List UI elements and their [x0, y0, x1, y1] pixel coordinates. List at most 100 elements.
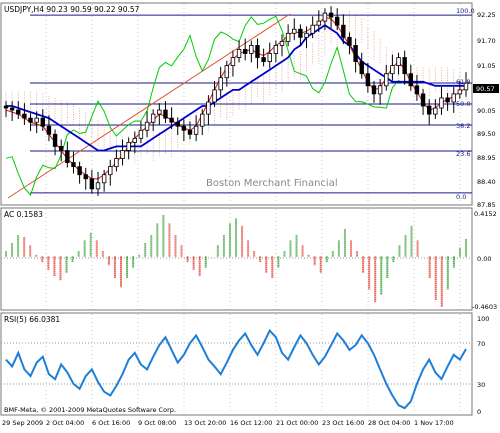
candle-body: [279, 40, 285, 46]
time-label: 2 Oct 04:00: [46, 419, 84, 427]
candle-body: [261, 57, 266, 62]
price-axis: 92.25 91.70 91.05 90.57 90.05 89.50 88.9…: [473, 11, 499, 209]
candle-body: [3, 105, 9, 109]
candle-body: [273, 45, 279, 54]
chart-canvas[interactable]: Boston Merchant Financial 100.0 61.8 50.…: [0, 0, 500, 429]
candle-body: [150, 113, 156, 123]
time-label: 9 Oct 08:00: [138, 419, 176, 427]
candle-body: [316, 20, 321, 26]
price-tick: 88.95: [477, 154, 496, 162]
fib-label-23-6: 23.6: [456, 150, 470, 158]
candle-body: [408, 73, 413, 87]
ac-tick: 0.00: [477, 255, 491, 263]
candle-body: [187, 129, 193, 135]
rsi-tick: 70: [477, 340, 485, 348]
candle-body: [353, 45, 358, 62]
candle-body: [365, 73, 371, 87]
candle-body: [341, 24, 346, 38]
candle-body: [298, 28, 303, 38]
candle-body: [157, 109, 162, 115]
candle-body: [77, 166, 82, 176]
candle-body: [304, 32, 309, 38]
candle-body: [28, 117, 33, 123]
time-label: 16 Oct 12:00: [230, 419, 272, 427]
price-tick: 89.50: [477, 130, 496, 138]
price-tick: 92.25: [477, 11, 496, 19]
candle-body: [451, 93, 456, 103]
candle-body: [83, 174, 88, 180]
candle-body: [384, 73, 389, 87]
candle-body: [175, 121, 180, 127]
candle-body: [420, 93, 426, 107]
rsi-tick: 30: [477, 381, 485, 389]
ac-tick: -0.4603: [472, 303, 497, 311]
candle-body: [169, 117, 174, 123]
candle-body: [334, 16, 340, 26]
ac-header: AC 0.1583: [4, 210, 43, 219]
candle-body: [236, 49, 242, 58]
time-label: 28 Oct 04:00: [368, 419, 410, 427]
candle-body: [101, 174, 107, 184]
mt4-chart-window[interactable]: Boston Merchant Financial 100.0 61.8 50.…: [0, 0, 500, 429]
candle-body: [230, 57, 236, 67]
candle-body: [457, 89, 463, 95]
candle-body: [212, 89, 217, 103]
price-tick: 90.05: [477, 107, 496, 115]
candle-body: [285, 32, 291, 42]
candle-body: [163, 109, 168, 119]
candle-body: [138, 129, 144, 139]
price-tick: 88.40: [477, 178, 496, 186]
time-label: 29 Sep 2009: [2, 419, 43, 427]
candle-body: [108, 166, 113, 176]
candle-body: [200, 113, 205, 127]
candle-body: [120, 150, 125, 159]
price-tick: 91.05: [477, 62, 496, 70]
candle-body: [9, 107, 15, 111]
candle-body: [433, 107, 438, 115]
price-tick: 87.85: [477, 201, 496, 209]
candle-body: [218, 77, 223, 91]
fib-label-61-8: 61.8: [456, 78, 470, 86]
candle-body: [65, 150, 70, 163]
candle-body: [359, 61, 364, 75]
fib-label-50: 50.0: [456, 100, 470, 108]
time-label: 21 Oct 00:00: [276, 419, 318, 427]
candle-body: [267, 53, 272, 62]
candle-body: [426, 105, 432, 115]
candle-body: [377, 85, 383, 95]
time-label: 6 Oct 16:00: [92, 419, 130, 427]
candle-body: [71, 162, 76, 168]
candle-body: [132, 137, 137, 143]
candle-body: [95, 182, 101, 190]
rsi-tick: 0: [477, 408, 481, 416]
candle-body: [371, 85, 377, 95]
candle-body: [445, 97, 450, 103]
candle-body: [59, 146, 64, 151]
price-tick: 91.70: [477, 37, 496, 45]
candle-body: [414, 85, 420, 95]
fib-label-100: 100.0: [456, 7, 475, 15]
current-price-label: 90.57: [476, 85, 495, 93]
candle-body: [322, 12, 328, 22]
copyright-text: BMF-Meta, © 2001-2009 MetaQuotes Softwar…: [4, 406, 176, 414]
rsi-header: RSI(5) 66.0381: [4, 315, 60, 324]
symbol-header: USDJPY,H4 90.23 90.59 90.22 90.57: [4, 5, 140, 14]
candle-body: [181, 125, 187, 131]
candle-body: [390, 65, 395, 75]
candle-body: [396, 57, 401, 67]
ac-tick: 0.4152: [474, 210, 497, 218]
candle-body: [328, 12, 334, 18]
time-label: 23 Oct 16:00: [322, 419, 364, 427]
candle-body: [206, 101, 211, 115]
candle-body: [89, 178, 95, 190]
candle-body: [402, 57, 407, 75]
candle-body: [347, 36, 352, 46]
candle-body: [242, 49, 248, 54]
candle-body: [22, 113, 27, 119]
candle-body: [310, 24, 315, 34]
candle-body: [114, 158, 119, 168]
candle-body: [224, 65, 229, 79]
time-label: 13 Oct 20:00: [184, 419, 226, 427]
watermark-text: Boston Merchant Financial: [206, 178, 338, 189]
candle-body: [255, 45, 260, 58]
